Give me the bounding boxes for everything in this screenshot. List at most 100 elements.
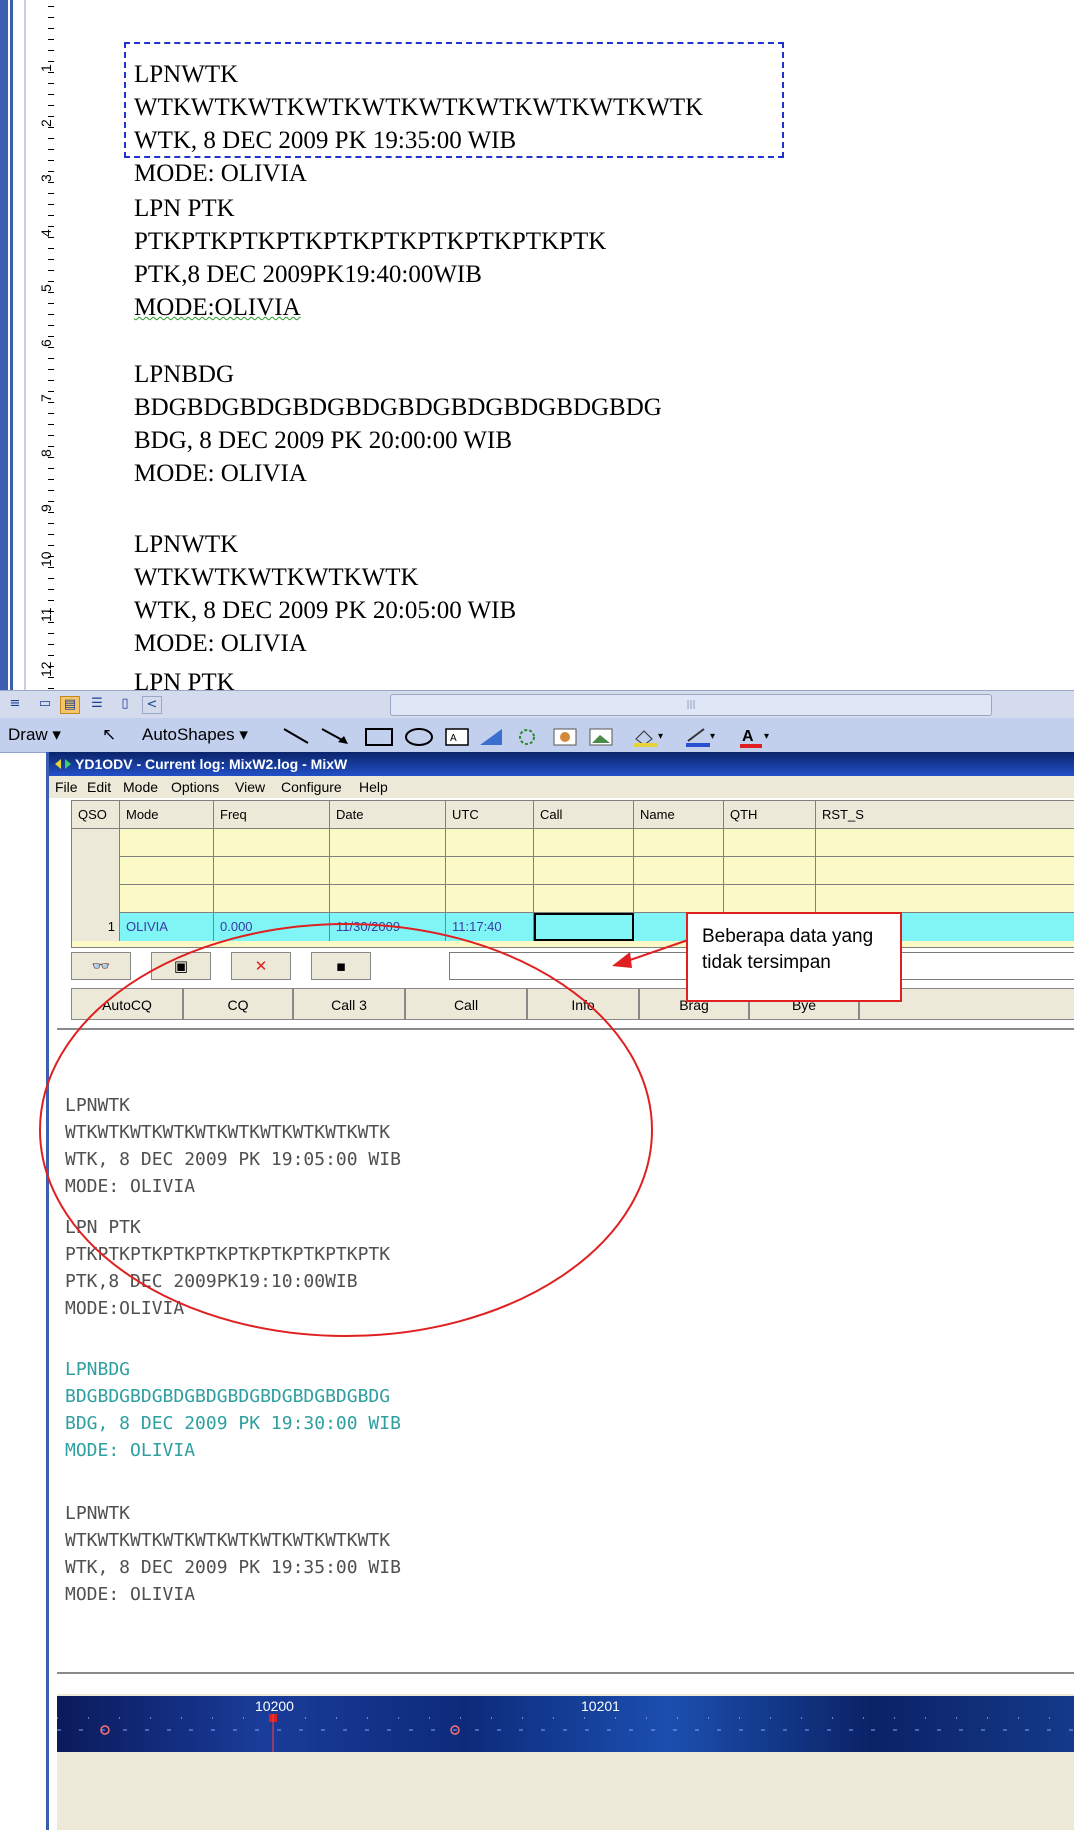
table-cell <box>120 857 214 885</box>
doc-paragraph-3[interactable]: LPNBDG BDGBDGBDGBDGBDGBDGBDGBDGBDGBDG BD… <box>134 358 662 490</box>
ruler-tick <box>48 17 54 18</box>
ruler-tick <box>48 149 54 150</box>
reading-view-icon[interactable]: ▯ <box>116 696 134 712</box>
wordart-icon[interactable] <box>478 727 506 747</box>
log-current-row[interactable]: 1 OLIVIA 0.000 11/30/2009 11:17:40 599 <box>72 913 1074 941</box>
ruler-tick <box>48 380 54 381</box>
spectrum-band[interactable]: 10200 10201 <box>57 1696 1074 1752</box>
table-cell <box>534 885 634 913</box>
ruler-tick <box>48 116 54 117</box>
doc-paragraph-5[interactable]: LPN PTK <box>134 666 235 690</box>
call3-button[interactable]: Call 3 <box>293 988 405 1020</box>
lookup-button[interactable]: 👓 <box>71 952 131 980</box>
normal-view-icon[interactable]: ≡ <box>6 696 24 712</box>
ruler-tick <box>48 127 54 128</box>
menu-file[interactable]: File <box>55 776 78 798</box>
utc-cell[interactable]: 11:17:40 <box>446 913 534 941</box>
ruler-tick <box>48 303 54 304</box>
doc-line: PTKPTKPTKPTKPTKPTKPTKPTKPTKPTK <box>134 228 607 255</box>
table-cell <box>214 829 330 857</box>
svg-text:A: A <box>742 728 754 745</box>
ruler-number: 5 <box>38 284 54 292</box>
web-layout-icon[interactable]: ▭ <box>36 696 54 712</box>
diagram-icon[interactable] <box>514 727 540 747</box>
table-cell <box>634 829 724 857</box>
ruler-tick <box>48 292 54 293</box>
ruler-tick <box>48 512 54 513</box>
rectangle-icon[interactable] <box>364 727 394 747</box>
menu-configure[interactable]: Configure <box>281 776 342 798</box>
select-objects-icon[interactable]: ↖ <box>102 725 116 745</box>
menu-mode[interactable]: Mode <box>123 776 158 798</box>
ruler-tick <box>48 347 54 348</box>
document-page[interactable]: LPNWTK WTKWTKWTKWTKWTKWTKWTKWTKWTKWTK WT… <box>76 0 1074 690</box>
log-grid[interactable]: QSO Mode Freq Date UTC Call Name QTH RST… <box>71 800 1074 948</box>
draw-toolbar: Draw ▾ ↖ AutoShapes ▾ A ▾ ▾ A ▾ <box>0 718 1074 753</box>
table-cell <box>534 829 634 857</box>
row-header <box>72 829 120 857</box>
menu-edit[interactable]: Edit <box>87 776 111 798</box>
mixw-window: YD1ODV - Current log: MixW2.log - MixW F… <box>46 752 1074 1830</box>
arrow-icon[interactable] <box>320 727 350 745</box>
picture-icon[interactable] <box>588 727 614 747</box>
autoshapes-menu-button[interactable]: AutoShapes ▾ <box>142 725 248 745</box>
call-cell[interactable] <box>534 913 634 941</box>
delete-button[interactable]: ✕ <box>231 952 291 980</box>
scroll-left-icon[interactable]: < <box>142 696 162 714</box>
info-button[interactable]: Info <box>527 988 639 1020</box>
ruler-tick <box>48 50 54 51</box>
line-icon[interactable] <box>282 727 310 745</box>
col-rst[interactable]: RST_S <box>816 801 1074 829</box>
menu-options[interactable]: Options <box>171 776 219 798</box>
rx-line: BDG, 8 DEC 2009 PK 19:30:00 WIB <box>65 1413 401 1434</box>
freq-cell[interactable]: 0.000 <box>214 913 330 941</box>
menu-view[interactable]: View <box>235 776 265 798</box>
scrollbar-thumb[interactable]: ||| <box>391 695 991 715</box>
ruler-tick <box>48 336 54 337</box>
mixw-title-text: YD1ODV - Current log: MixW2.log - MixW <box>75 756 348 772</box>
draw-label: Draw <box>8 725 48 744</box>
floppy-icon: ▪ <box>335 957 347 975</box>
log-empty-row[interactable] <box>72 885 1074 913</box>
font-color-icon[interactable]: A ▾ <box>738 727 772 749</box>
autocq-button[interactable]: AutoCQ <box>71 988 183 1020</box>
col-qth[interactable]: QTH <box>724 801 816 829</box>
doc-paragraph-1[interactable]: LPNWTK WTKWTKWTKWTKWTKWTKWTKWTKWTKWTK WT… <box>134 58 703 190</box>
log-empty-row[interactable] <box>72 857 1074 885</box>
col-qso[interactable]: QSO <box>72 801 120 829</box>
date-cell[interactable]: 11/30/2009 <box>330 913 446 941</box>
log-empty-row[interactable] <box>72 829 1074 857</box>
cq-button[interactable]: CQ <box>183 988 293 1020</box>
row-header <box>72 885 120 913</box>
call-button[interactable]: Call <box>405 988 527 1020</box>
mixw-app-icon <box>55 759 71 769</box>
receive-text-pane[interactable]: LPNWTK WTKWTKWTKWTKWTKWTKWTKWTKWTKWTK WT… <box>57 1028 1074 1670</box>
menu-help[interactable]: Help <box>359 776 388 798</box>
table-cell <box>634 857 724 885</box>
doc-paragraph-4[interactable]: LPNWTK WTKWTKWTKWTKWTK WTK, 8 DEC 2009 P… <box>134 528 516 660</box>
freq-label-1: 10200 <box>255 1698 294 1714</box>
draw-menu-button[interactable]: Draw ▾ <box>8 725 61 745</box>
doc-paragraph-2[interactable]: LPN PTK PTKPTKPTKPTKPTKPTKPTKPTKPTKPTK P… <box>134 192 606 324</box>
view-button[interactable]: ▣ <box>151 952 211 980</box>
fill-color-icon[interactable]: ▾ <box>632 727 666 747</box>
col-date[interactable]: Date <box>330 801 446 829</box>
mode-cell[interactable]: OLIVIA <box>120 913 214 941</box>
textbox-icon[interactable]: A <box>444 727 470 747</box>
mixw-title-bar[interactable]: YD1ODV - Current log: MixW2.log - MixW <box>49 752 1074 776</box>
save-button[interactable]: ▪ <box>311 952 371 980</box>
col-utc[interactable]: UTC <box>446 801 534 829</box>
waterfall-display[interactable]: 10200 10201 <box>57 1694 1074 1830</box>
col-freq[interactable]: Freq <box>214 801 330 829</box>
oval-icon[interactable] <box>404 727 434 747</box>
horizontal-scrollbar[interactable]: ||| <box>390 694 992 716</box>
doc-line: MODE: OLIVIA <box>134 460 307 487</box>
line-color-icon[interactable]: ▾ <box>684 727 718 747</box>
rx-line: LPNWTK <box>65 1095 131 1116</box>
print-layout-icon[interactable]: ▤ <box>60 696 80 714</box>
clipart-icon[interactable] <box>552 727 578 747</box>
outline-view-icon[interactable]: ☰ <box>88 696 106 712</box>
col-call[interactable]: Call <box>534 801 634 829</box>
col-name[interactable]: Name <box>634 801 724 829</box>
col-mode[interactable]: Mode <box>120 801 214 829</box>
